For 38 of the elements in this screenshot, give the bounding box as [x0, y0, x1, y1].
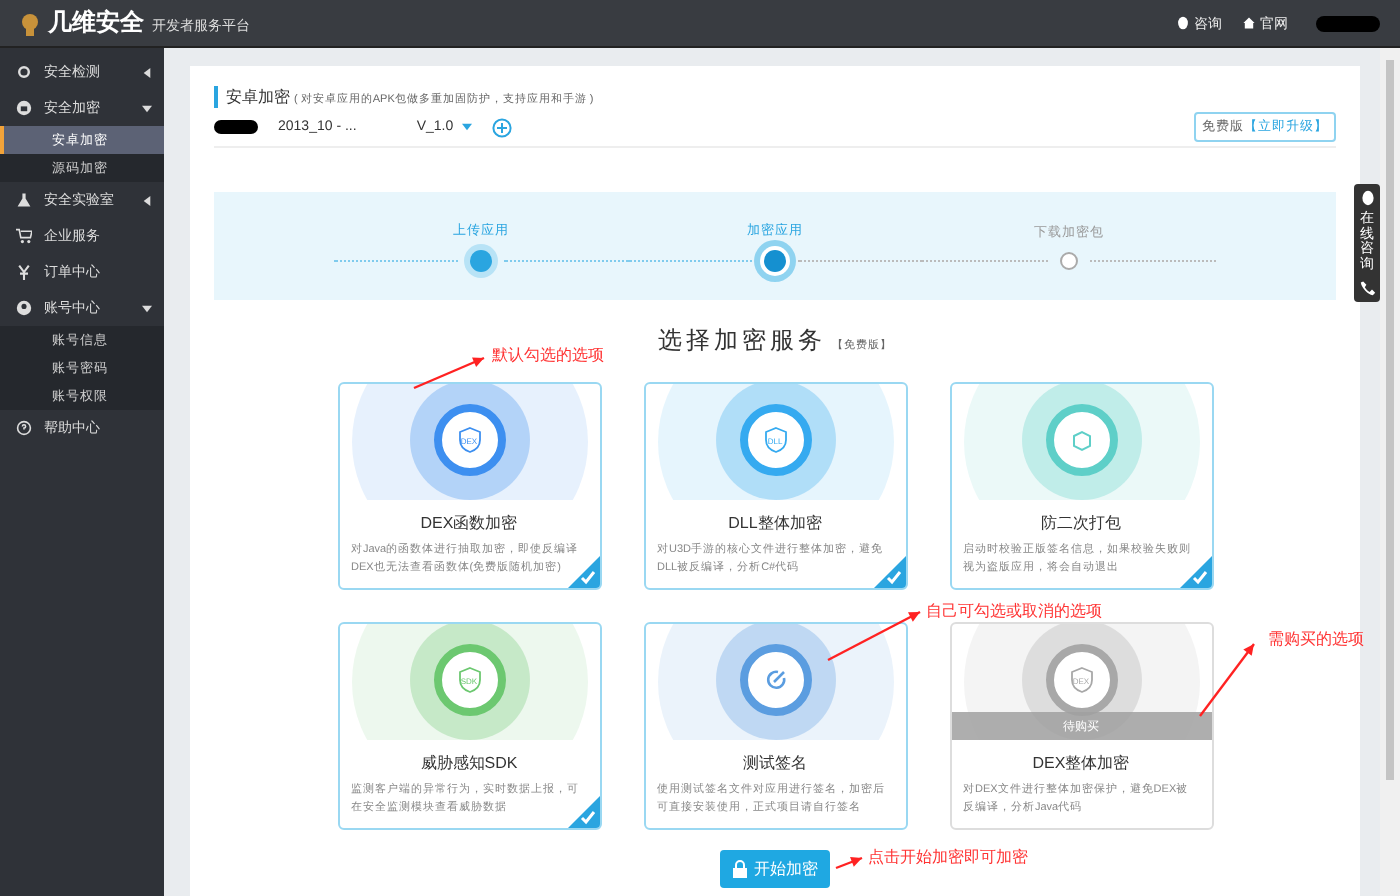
shield-icon [455, 426, 483, 454]
help-icon [16, 420, 32, 436]
flask-icon [16, 192, 32, 208]
add-icon[interactable] [491, 117, 512, 137]
home-icon [1242, 16, 1256, 30]
yen-icon [16, 264, 32, 280]
logo-icon [20, 11, 40, 35]
annotation-note: 点击开始加密即可加密 [868, 846, 1028, 868]
pen-icon [763, 668, 787, 692]
annotation-note: 自己可勾选或取消的选项 [926, 600, 1102, 622]
annotation-note: 默认勾选的选项 [492, 344, 604, 366]
shield-icon [761, 426, 789, 454]
annotation-note: 需购买的选项 [1268, 628, 1364, 650]
pointer-arrow [827, 610, 921, 662]
lock-icon [16, 100, 32, 116]
card-title: DEX整体加密 [1032, 752, 1130, 774]
pointer-arrow [1199, 643, 1255, 717]
card-title: 防二次打包 [1041, 512, 1121, 534]
phone-icon [1359, 279, 1375, 296]
card-title: 威胁感知SDK [420, 752, 518, 774]
pointer-arrow [835, 856, 863, 870]
caret-down-icon [461, 122, 472, 132]
page-title: 安卓加密 [226, 86, 290, 108]
pointer-arrow [413, 356, 485, 390]
redacted-name [214, 120, 258, 134]
redacted-username [1316, 15, 1380, 31]
logo-text: 几维安全 [48, 6, 144, 40]
shield-icon [1067, 666, 1095, 694]
target-icon [16, 64, 32, 80]
card-title: 测试签名 [743, 752, 807, 774]
lock-icon [732, 860, 748, 878]
card-title: DLL整体加密 [728, 512, 822, 534]
scrollbar[interactable] [1386, 60, 1394, 780]
shield-icon [455, 666, 483, 694]
card-title: DEX函数加密 [420, 512, 518, 534]
section-title: 选择加密服务 [658, 324, 826, 358]
user-icon [16, 300, 32, 316]
cart-icon [16, 228, 32, 244]
